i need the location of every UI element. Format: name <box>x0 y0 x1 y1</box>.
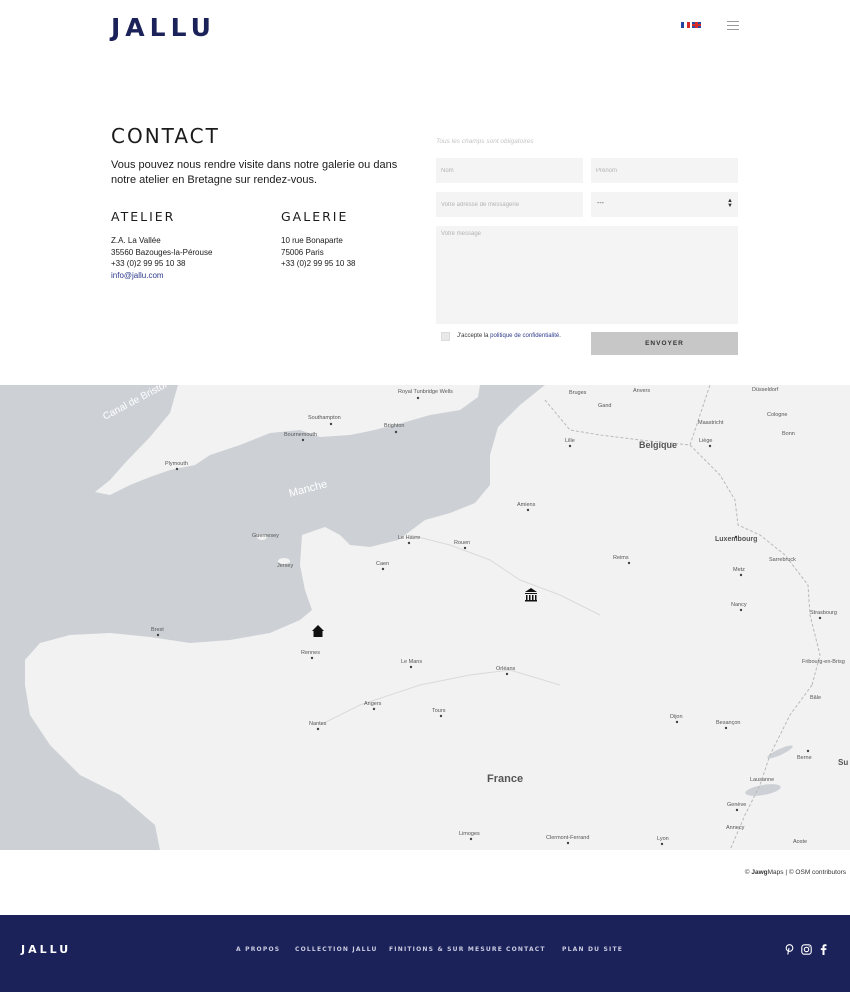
city-label: Annecy <box>726 825 745 831</box>
city-label: Guernesey <box>252 533 279 539</box>
city-label: Aoste <box>793 839 807 845</box>
intro-text: Vous pouvez nous rendre visite dans notr… <box>111 159 398 186</box>
footer-link-plan-du-site[interactable]: PLAN DU SITE <box>562 946 623 953</box>
city-label: Su <box>838 758 848 767</box>
footer-link-a-propos[interactable]: A PROPOS <box>236 946 280 953</box>
hamburger-menu-icon[interactable] <box>727 21 739 30</box>
city-label: Sarrebruck <box>769 557 796 563</box>
galerie-line: 75006 Paris <box>281 247 324 257</box>
city-label: Lausanne <box>750 777 774 783</box>
required-fields-note: Tous les champs sont obligatoires <box>436 138 534 145</box>
city-label: Clermont-Ferrand <box>546 835 589 841</box>
city-label: Rouen <box>454 540 470 546</box>
message-field[interactable] <box>436 226 738 324</box>
city-label: Jersey <box>277 563 293 569</box>
galerie-line: +33 (0)2 99 95 10 38 <box>281 259 356 268</box>
city-label: Bournemouth <box>284 432 317 438</box>
atelier-line: +33 (0)2 99 95 10 38 <box>111 259 186 268</box>
pinterest-icon[interactable] <box>785 944 794 955</box>
city-label: Bonn <box>782 431 795 437</box>
city-label: Brighton <box>384 423 405 429</box>
fr-flag-icon[interactable] <box>681 22 690 28</box>
select-arrows-icon: ▲ ▼ <box>727 198 733 209</box>
footer-link-collection[interactable]: COLLECTION JALLU <box>295 946 378 953</box>
email-field[interactable] <box>436 192 583 217</box>
galerie-line: 10 rue Bonaparte <box>281 236 343 245</box>
city-label: Southampton <box>308 415 341 421</box>
atelier-line: Z.A. La Vallée <box>111 236 161 245</box>
city-label: Angers <box>364 701 382 707</box>
galerie-title: GALERIE <box>281 209 349 224</box>
city-label: Bâle <box>810 695 821 701</box>
footer-link-contact[interactable]: CONTACT <box>506 946 546 953</box>
city-label: Gand <box>598 403 611 409</box>
city-label: Anvers <box>633 388 650 394</box>
city-label: Rennes <box>301 650 320 656</box>
city-label: Amiens <box>517 502 536 508</box>
city-label: Orléans <box>496 666 516 672</box>
city-label: Maastricht <box>698 420 724 426</box>
city-label: Lyon <box>657 836 669 842</box>
city-label: Besançon <box>716 720 740 726</box>
city-label: Berne <box>797 755 812 761</box>
consent-checkbox[interactable] <box>441 332 450 341</box>
city-label: Cologne <box>767 412 788 418</box>
subject-select[interactable]: --- ▲ ▼ <box>591 192 738 217</box>
map-attribution: © JawgMaps | © OSM contributors <box>744 869 846 876</box>
city-label: Reims <box>613 555 629 561</box>
consent-label: J'accepte la politique de confidentialit… <box>457 333 561 339</box>
city-label: Nancy <box>731 602 747 608</box>
language-switcher <box>681 22 701 28</box>
city-label: Strasbourg <box>810 610 837 616</box>
city-label: Lille <box>565 438 575 444</box>
name-field[interactable] <box>436 158 583 183</box>
galerie-address: 10 rue Bonaparte 75006 Paris +33 (0)2 99… <box>281 235 356 270</box>
city-label: Düsseldorf <box>752 387 779 393</box>
city-label: Plymouth <box>165 461 188 467</box>
city-label: Fribourg-en-Brisg <box>802 659 845 665</box>
site-footer: JALLU A PROPOS COLLECTION JALLU FINITION… <box>0 915 850 992</box>
facebook-icon[interactable] <box>820 944 827 955</box>
site-logo[interactable]: JALLU <box>111 13 216 42</box>
en-flag-icon[interactable] <box>692 22 701 28</box>
footer-nav: A PROPOS COLLECTION JALLU FINITIONS & SU… <box>0 946 850 958</box>
select-value: --- <box>597 200 604 207</box>
city-label: Royal Tunbridge Wells <box>398 389 453 395</box>
city-label: Le Mans <box>401 659 422 665</box>
city-label: Caen <box>376 561 389 567</box>
atelier-email-link[interactable]: info@jallu.com <box>111 271 164 280</box>
city-label: Liège <box>699 438 712 444</box>
atelier-title: ATELIER <box>111 209 176 224</box>
city-label: Bruges <box>569 390 587 396</box>
city-label: Metz <box>733 567 745 573</box>
city-label: Nantes <box>309 721 327 727</box>
footer-link-finitions[interactable]: FINITIONS & SUR MESURE <box>389 946 503 953</box>
city-label: Genève <box>727 802 746 808</box>
firstname-field[interactable] <box>591 158 738 183</box>
city-label: Tours <box>432 708 446 714</box>
city-label: Limoges <box>459 831 480 837</box>
country-label: France <box>487 773 523 785</box>
send-button[interactable]: ENVOYER <box>591 332 738 355</box>
atelier-line: 35560 Bazouges-la-Pérouse <box>111 247 213 257</box>
country-label: Belgique <box>639 440 677 450</box>
city-label: Brest <box>151 627 164 633</box>
city-label: Le Havre <box>398 535 420 541</box>
privacy-policy-link[interactable]: politique de confidentialité <box>490 333 559 339</box>
map[interactable]: Manche Canal de Bristol France Belgique … <box>0 385 850 850</box>
atelier-address: Z.A. La Vallée 35560 Bazouges-la-Pérouse… <box>111 235 212 281</box>
instagram-icon[interactable] <box>801 944 812 955</box>
page-title: CONTACT <box>111 124 220 148</box>
city-label: Dijon <box>670 714 683 720</box>
